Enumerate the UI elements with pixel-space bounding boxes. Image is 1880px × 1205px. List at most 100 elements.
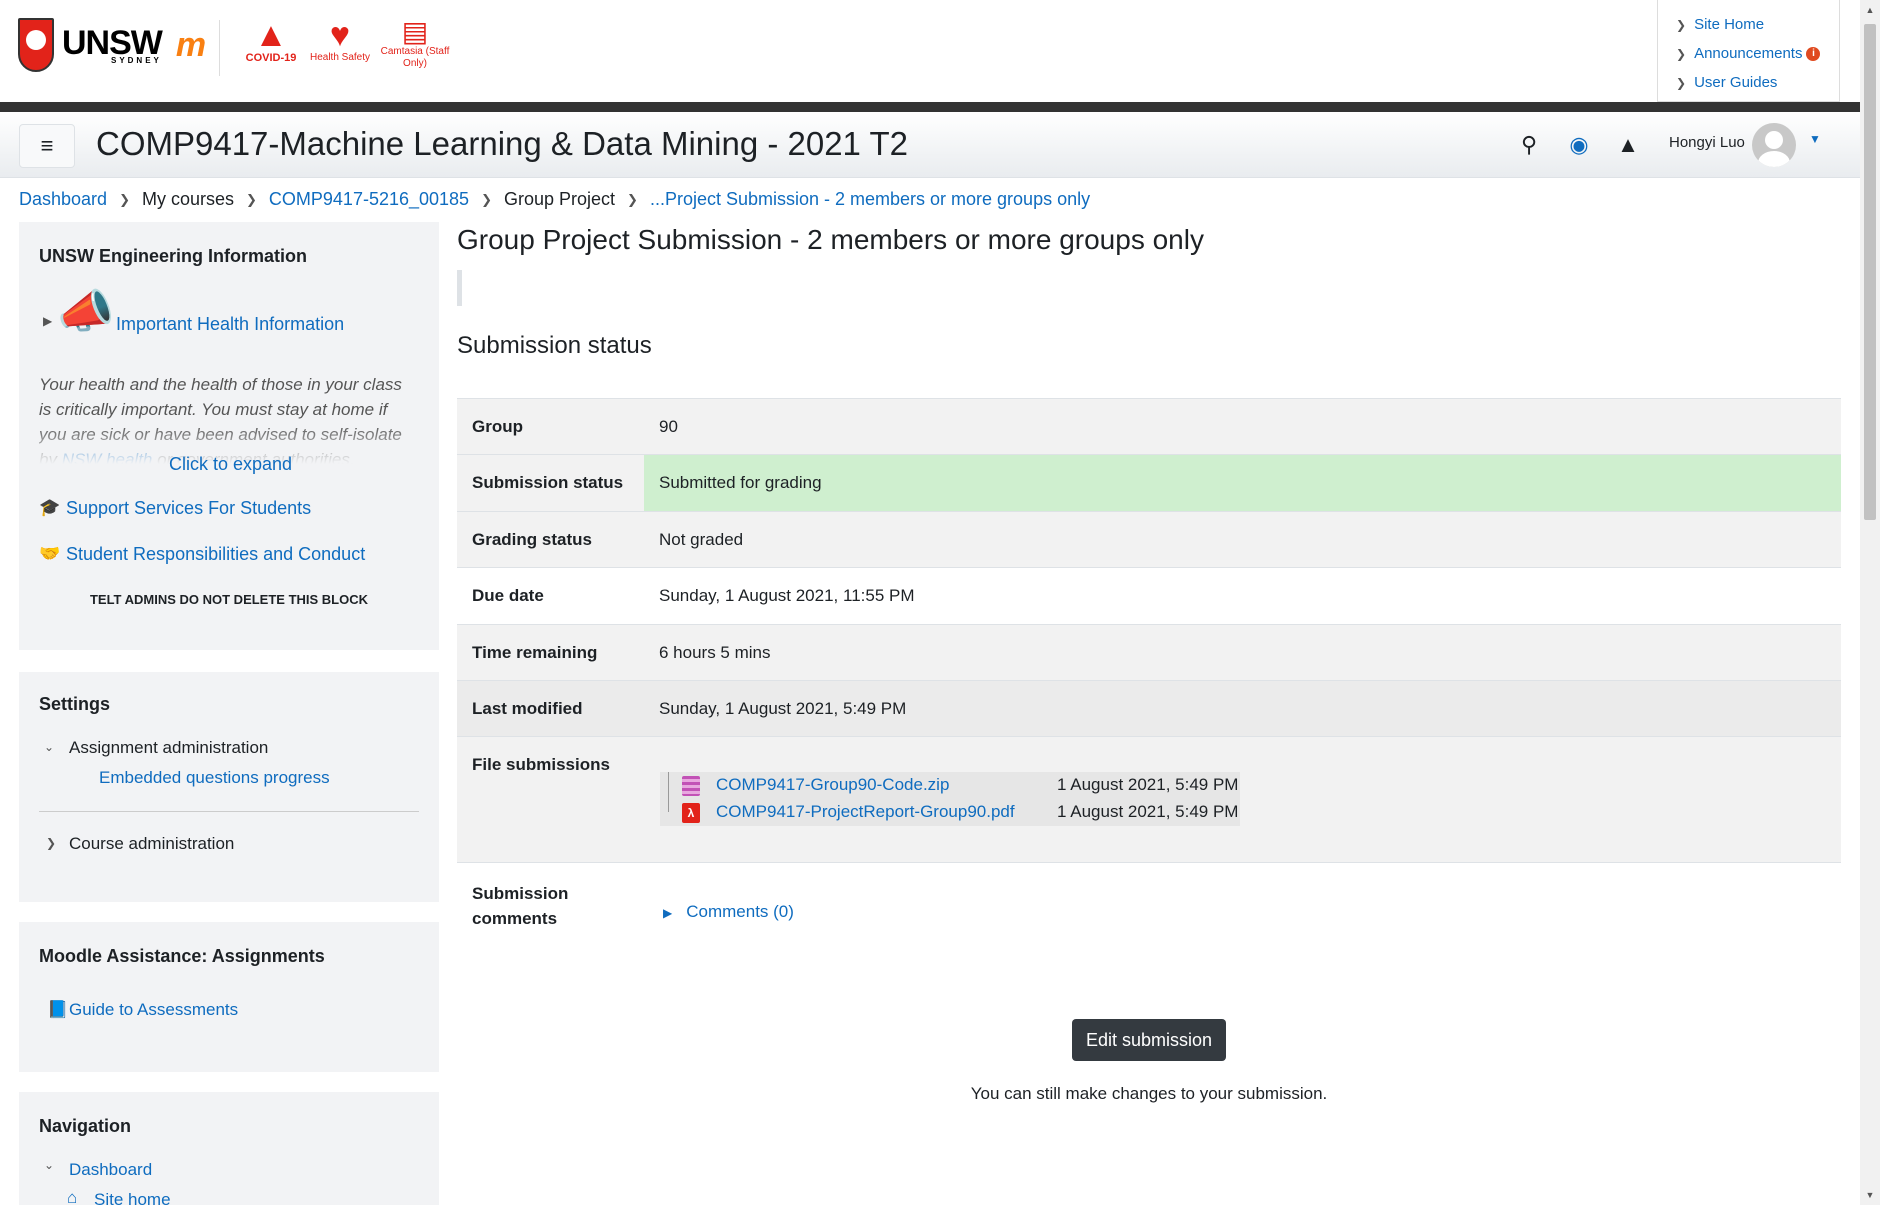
course-navbar: ≡ COMP9417-Machine Learning & Data Minin… [0, 112, 1860, 178]
megaphone-icon: 📣 [57, 285, 115, 337]
row-label: File submissions [472, 755, 610, 774]
heart-icon: ♥ [329, 16, 351, 54]
important-health-link[interactable]: Important Health Information [116, 314, 344, 335]
moodle-logo-icon: m [175, 26, 207, 64]
chevron-right-icon: ❯ [1676, 46, 1687, 61]
row-label: Grading status [472, 530, 592, 549]
table-row: Group 90 [457, 399, 1841, 455]
list-item: COMP9417-Group90-Code.zip 1 August 2021,… [660, 772, 1240, 799]
list-item: λ COMP9417-ProjectReport-Group90.pdf 1 A… [660, 799, 1240, 826]
caret-right-icon[interactable]: ▶ [43, 314, 52, 328]
scrollbar-thumb[interactable] [1864, 24, 1876, 520]
chevron-right-icon: ❯ [481, 191, 492, 207]
book-icon: 📘 [47, 1000, 69, 1019]
chevron-right-icon[interactable]: ❯ [46, 836, 56, 850]
handshake-icon: 🤝 [39, 544, 61, 563]
user-name[interactable]: Hongyi Luo [1669, 134, 1745, 151]
page-title: Group Project Submission - 2 members or … [457, 224, 1204, 255]
announcements-link[interactable]: ❯ Announcements i [1676, 39, 1839, 68]
chevron-down-icon[interactable]: ⌄ [44, 740, 54, 754]
course-admin-item[interactable]: Course administration [69, 834, 234, 854]
zip-file-icon [682, 776, 700, 796]
nav-site-home-link[interactable]: Site home [94, 1190, 171, 1205]
grading-status-value: Not graded [659, 530, 744, 549]
edit-submission-note: You can still make changes to your submi… [970, 1084, 1328, 1103]
guide-to-assessments-link[interactable]: Guide to Assessments [69, 1000, 238, 1020]
row-label: Group [472, 417, 523, 436]
breadcrumb-assignment[interactable]: ...Project Submission - 2 members or mor… [650, 189, 1090, 210]
submission-status-value: Submitted for grading [644, 455, 1841, 511]
search-icon[interactable]: ⚲ [1515, 132, 1543, 158]
row-label: Submission comments [472, 884, 569, 928]
avatar[interactable] [1752, 123, 1796, 167]
nsw-health-link[interactable]: NSW health [62, 450, 153, 464]
block-title: Settings [39, 694, 111, 714]
navigation-block: Navigation ⌄ Dashboard ⌂ Site home [19, 1092, 439, 1205]
header-divider [219, 20, 220, 76]
table-row: Submission status Submitted for grading [457, 455, 1841, 512]
chevron-right-icon: ❯ [119, 191, 130, 207]
breadcrumb-course[interactable]: COMP9417-5216_00185 [269, 189, 469, 210]
warning-triangle-icon: ▲ [254, 16, 288, 54]
site-home-link[interactable]: ❯ Site Home [1676, 10, 1839, 39]
engineering-info-block: UNSW Engineering Information ▶ 📣 Importa… [19, 222, 439, 650]
chevron-down-icon[interactable]: ▼ [1809, 132, 1821, 146]
assignment-admin-item[interactable]: Assignment administration [69, 738, 268, 758]
comments-toggle[interactable]: ▶ Comments (0) [663, 902, 794, 922]
divider [39, 811, 419, 812]
health-safety-link[interactable]: ♥ Health Safety [305, 18, 375, 64]
student-conduct-link[interactable]: Student Responsibilities and Conduct [66, 544, 365, 565]
chevron-right-icon: ❯ [246, 191, 257, 207]
breadcrumb-dashboard[interactable]: Dashboard [19, 189, 107, 210]
unsw-logo[interactable]: UNSW SYDNEY m [18, 18, 206, 72]
table-row: Grading status Not graded [457, 512, 1841, 568]
embedded-questions-link[interactable]: Embedded questions progress [99, 768, 330, 788]
file-link[interactable]: COMP9417-Group90-Code.zip [716, 775, 949, 795]
graduation-cap-icon: 🎓 [39, 498, 61, 517]
course-title: COMP9417-Machine Learning & Data Mining … [96, 125, 908, 162]
covid-link[interactable]: ▲ COVID-19 [236, 18, 306, 65]
notifications-bell-icon[interactable]: ▲ [1614, 132, 1642, 158]
site-links-menu: ❯ Site Home ❯ Announcements i ❯ User Guides [1657, 0, 1840, 102]
chevron-right-icon: ❯ [627, 191, 638, 207]
unsw-crest-icon [18, 18, 54, 72]
due-date-value: Sunday, 1 August 2021, 11:55 PM [659, 586, 915, 605]
settings-block: Settings ⌄ Assignment administration Emb… [19, 672, 439, 902]
click-to-expand-link[interactable]: Click to expand [169, 454, 292, 475]
messages-icon[interactable]: ◉ [1565, 132, 1593, 158]
video-file-icon: ▤ [401, 16, 429, 47]
site-header: UNSW SYDNEY m ▲ COVID-19 ♥ Health Safety… [0, 0, 1860, 102]
pdf-file-icon: λ [682, 803, 700, 823]
support-services-link[interactable]: Support Services For Students [66, 498, 311, 519]
row-label: Due date [472, 586, 544, 605]
edit-submission-button[interactable]: Edit submission [1072, 1019, 1226, 1061]
group-value: 90 [659, 417, 678, 436]
drawer-toggle-button[interactable]: ≡ [19, 124, 75, 168]
covid-label: COVID-19 [245, 52, 297, 64]
last-modified-value: Sunday, 1 August 2021, 5:49 PM [659, 699, 907, 718]
breadcrumb-my-courses: My courses [141, 189, 234, 209]
breadcrumb: Dashboard ❯ My courses ❯ COMP9417-5216_0… [19, 189, 1090, 210]
scroll-up-icon[interactable]: ▲ [1860, 0, 1880, 20]
info-badge-icon: i [1806, 46, 1821, 61]
chevron-down-icon[interactable]: ⌄ [44, 1158, 54, 1172]
health-safety-label: Health Safety [309, 52, 371, 63]
page-scrollbar[interactable]: ▲ ▼ [1860, 0, 1880, 1205]
nav-dashboard-link[interactable]: Dashboard [69, 1160, 152, 1180]
scroll-down-icon[interactable]: ▼ [1860, 1185, 1880, 1205]
user-guides-link[interactable]: ❯ User Guides [1676, 68, 1839, 97]
camtasia-link[interactable]: ▤ Camtasia (Staff Only) [380, 18, 450, 69]
row-label: Time remaining [472, 643, 598, 662]
admin-note: TELT ADMINS DO NOT DELETE THIS BLOCK [89, 592, 369, 607]
table-row: Due date Sunday, 1 August 2021, 11:55 PM [457, 568, 1841, 625]
file-link[interactable]: COMP9417-ProjectReport-Group90.pdf [716, 802, 1015, 822]
row-label: Last modified [472, 699, 583, 718]
block-title: Moodle Assistance: Assignments [39, 946, 325, 966]
time-remaining-value: 6 hours 5 mins [659, 643, 771, 662]
block-title: UNSW Engineering Information [39, 246, 307, 266]
submission-status-heading: Submission status [457, 332, 652, 359]
menu-collapse-icon: ≡ [40, 133, 54, 158]
file-date: 1 August 2021, 5:49 PM [1057, 775, 1239, 794]
block-title: Navigation [39, 1116, 132, 1136]
moodle-assistance-block: Moodle Assistance: Assignments 📘 Guide t… [19, 922, 439, 1072]
